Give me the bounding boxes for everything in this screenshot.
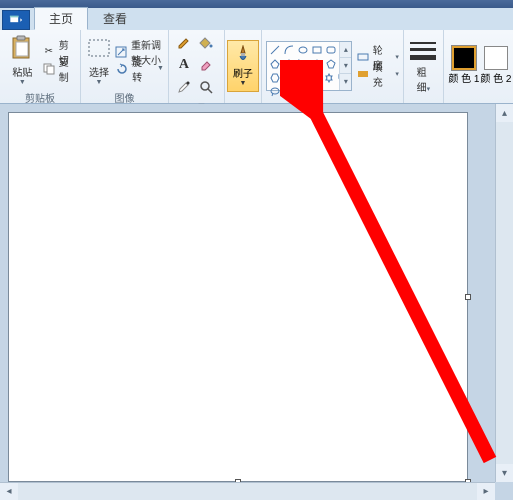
workspace: ▴ ▾ ◂ ▸ <box>0 104 513 500</box>
shape-heart[interactable] <box>297 86 309 98</box>
brush-icon <box>234 45 252 65</box>
caret-down-icon: ▼ <box>239 80 246 87</box>
rotate-icon <box>115 62 128 76</box>
scroll-right-icon[interactable]: ▸ <box>477 483 495 500</box>
rotate-button[interactable]: 旋转▼ <box>115 61 164 77</box>
resize-handle-right[interactable] <box>465 294 471 300</box>
resize-icon <box>115 45 127 59</box>
shape-polygon[interactable] <box>269 58 281 70</box>
clipboard-icon <box>8 34 36 62</box>
shape-right-triangle[interactable] <box>297 58 309 70</box>
shape-6point-star[interactable] <box>323 72 335 84</box>
group-clipboard: 粘贴 ▼ ✂剪切 复制 剪贴板 <box>0 30 81 103</box>
shape-callout-oval[interactable] <box>269 86 281 98</box>
picker-tool[interactable] <box>173 76 195 98</box>
shape-triangle[interactable] <box>283 58 295 70</box>
text-tool[interactable]: A <box>173 54 195 76</box>
outline-icon <box>356 50 368 64</box>
shapes-gallery[interactable]: ▴ ▾ ▾ <box>266 41 352 91</box>
gallery-expand-icon[interactable]: ▾ <box>340 74 351 89</box>
shape-line[interactable] <box>269 44 281 56</box>
caret-down-icon: ▼ <box>19 79 26 86</box>
text-icon: A <box>179 57 189 73</box>
shape-curve[interactable] <box>283 44 295 56</box>
gallery-scrollbar[interactable]: ▴ ▾ ▾ <box>339 42 351 90</box>
fill-button[interactable]: 填充▾ <box>356 66 399 82</box>
size-icon <box>410 38 436 64</box>
shape-diamond[interactable] <box>311 58 323 70</box>
group-colors: 颜 色 1 颜 色 2 <box>444 30 513 103</box>
color1-swatch <box>452 46 476 70</box>
shape-oval[interactable] <box>297 44 309 56</box>
scroll-down-icon[interactable]: ▾ <box>496 464 513 482</box>
magnifier-tool[interactable] <box>195 76 217 98</box>
scroll-up-icon[interactable]: ▴ <box>340 42 351 58</box>
tab-view[interactable]: 查看 <box>88 7 142 30</box>
caret-down-icon: ▼ <box>96 79 103 86</box>
vertical-scrollbar[interactable]: ▴ ▾ <box>495 104 513 482</box>
shape-callout-cloud[interactable] <box>283 86 295 98</box>
group-shapes: ▴ ▾ ▾ 轮廓▾ 填充▾ <box>262 30 404 103</box>
group-size: 粗细▾ <box>404 30 444 103</box>
brushes-button[interactable]: 刷子 ▼ <box>227 40 259 92</box>
pencil-tool[interactable] <box>173 32 195 54</box>
color2-button[interactable]: 颜 色 2 <box>480 46 512 85</box>
group-image: 选择 ▼ 重新调整大小 旋转▼ 图像 <box>81 30 169 103</box>
group-brushes: 刷子 ▼ <box>225 30 262 103</box>
horizontal-scrollbar[interactable]: ◂ ▸ <box>0 482 495 500</box>
selection-icon <box>85 34 113 62</box>
scroll-left-icon[interactable]: ◂ <box>0 483 18 500</box>
scissors-icon: ✂ <box>43 45 55 59</box>
fill-tool[interactable] <box>195 32 217 54</box>
fill-icon <box>356 67 368 81</box>
color2-swatch <box>484 46 508 70</box>
tab-home[interactable]: 主页 <box>34 7 88 30</box>
shape-5point-star[interactable] <box>309 72 321 84</box>
color1-button[interactable]: 颜 色 1 <box>448 46 480 85</box>
paste-button[interactable]: 粘贴 ▼ <box>4 32 41 88</box>
shape-lightning[interactable] <box>311 86 323 98</box>
shape-arrow[interactable] <box>283 72 295 84</box>
shape-pentagon[interactable] <box>325 58 337 70</box>
shape-rect[interactable] <box>311 44 323 56</box>
scroll-down-icon[interactable]: ▾ <box>340 58 351 74</box>
scroll-up-icon[interactable]: ▴ <box>496 104 513 122</box>
shape-hexagon[interactable] <box>269 72 281 84</box>
ribbon: 粘贴 ▼ ✂剪切 复制 剪贴板 选择 ▼ 重新调整大小 旋转▼ 图像 <box>0 30 513 104</box>
size-button[interactable]: 粗细▾ <box>405 38 441 94</box>
copy-button[interactable]: 复制 <box>43 61 76 77</box>
canvas[interactable] <box>8 112 468 482</box>
caret-down-icon: ▼ <box>157 65 164 72</box>
shape-roundrect[interactable] <box>325 44 337 56</box>
app-menu-button[interactable] <box>2 10 30 30</box>
shape-4point-star[interactable] <box>296 71 308 83</box>
select-button[interactable]: 选择 ▼ <box>85 32 113 88</box>
tab-strip: 主页 查看 <box>0 8 513 30</box>
copy-icon <box>43 62 55 76</box>
group-tools: A 工具 <box>169 30 225 103</box>
eraser-tool[interactable] <box>195 54 217 76</box>
